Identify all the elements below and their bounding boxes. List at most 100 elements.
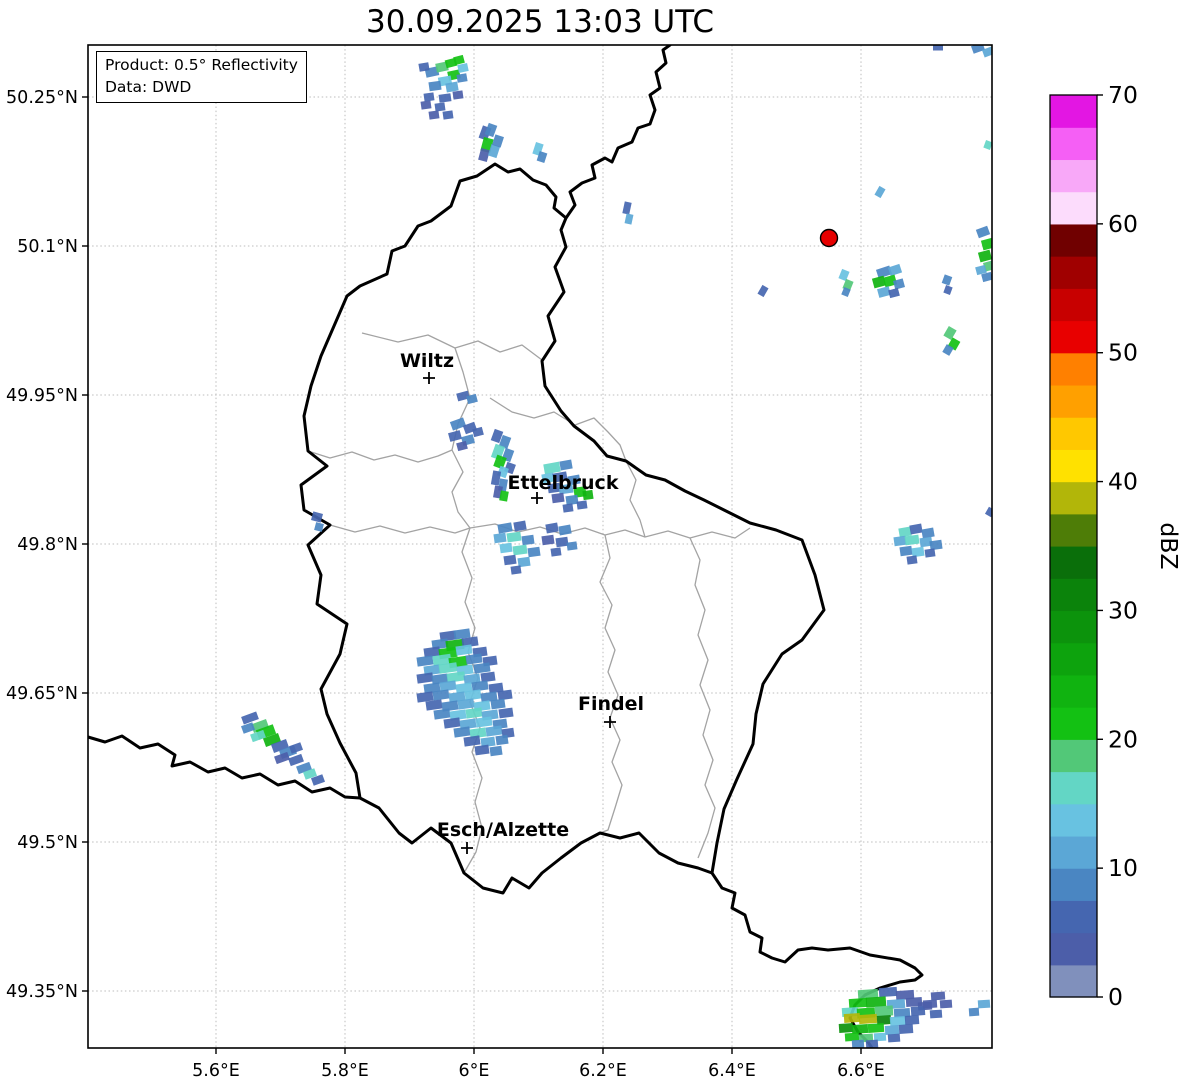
radar-echo-bin [943,285,953,295]
radar-echo-bin [910,1006,926,1016]
radar-echo-bin [930,991,946,1001]
product-info-box: Product: 0.5° Reflectivity Data: DWD [96,51,307,103]
figure-canvas: 30.09.2025 13:03 UTC Product: 0.5° Refle… [0,0,1184,1081]
radar-echo-bin [887,1033,901,1043]
colorbar-tick-label: 70 [1108,81,1138,109]
colorbar-segment [1050,513,1097,547]
colorbar-segment [1050,835,1097,869]
colorbar-segment [1050,127,1097,161]
radar-echo-bin [443,717,461,729]
x-tick-label: 5.8°E [321,1061,369,1081]
colorbar-segment [1050,288,1097,322]
radar-echo-bin [576,500,588,510]
radar-echo-bin [241,711,259,725]
colorbar-segment [1050,868,1097,901]
colorbar-segment [1050,610,1097,644]
radar-echo-bin [495,734,509,746]
radar-echo-bin [562,503,574,513]
radar-echo-bin [898,1024,914,1034]
colorbar-tick-label: 50 [1108,339,1138,367]
colorbar-tick-label: 30 [1108,596,1138,624]
radar-echo-bin [512,544,528,556]
radar-echo-bin [975,225,991,239]
district-border [329,523,751,539]
radar-echo-bin [423,92,435,102]
radar-echo-bin [851,1039,865,1048]
colorbar-segment [1050,320,1097,354]
radar-echo-bin [551,492,565,504]
radar-echo-bin [418,62,430,72]
radar-echo-bin [456,73,468,83]
colorbar-tick-label: 10 [1108,854,1138,882]
radar-echo-bin [428,110,440,120]
radar-echo-bin [416,672,434,684]
radar-echo-bin [906,555,918,565]
radar-echo-bin [888,287,900,299]
radar-echo-bin [921,527,935,539]
radar-echo-bin [521,534,535,546]
radar-echo-bin [624,213,634,225]
colorbar-segment [1050,739,1097,773]
radar-echo-bin [541,534,555,546]
radar-echo-bin [498,707,514,719]
city-annotations: Wiltz Ettelbruck Findel Esch/Alzette [400,350,644,854]
radar-echo-bin [977,999,991,1009]
y-tick-label: 50.25°N [6,88,78,108]
gridlines [88,45,992,1048]
radar-echo-bin [449,417,467,431]
radar-echo-bin [968,1007,980,1017]
radar-echo-bin [463,735,481,747]
radar-echo-bin [865,1039,879,1048]
district-border [307,449,453,463]
plot-frame [87,44,993,1049]
radar-echo-bin [622,201,632,215]
radar-echo-bin [851,1023,869,1035]
radar-echo-bin [420,100,432,110]
radar-echo-bin [838,268,850,282]
radar-echo-bin [867,1022,885,1034]
radar-echo-bin [922,999,938,1009]
y-tick-label: 49.8°N [17,535,78,555]
radar-echo-bin [559,459,573,471]
radar-echo-bin [939,999,953,1009]
radar-echo-bin [909,523,923,535]
data-source-line: Data: DWD [105,78,192,96]
y-tick-label: 49.35°N [6,982,78,1002]
radar-echo-bin [566,541,578,551]
radar-echo-bin [510,565,522,575]
radar-echo-bin [438,93,452,103]
radar-echo-bin [453,726,471,738]
x-tick-label: 6.2°E [579,1061,627,1081]
radar-echo-bin [453,54,465,66]
colorbar-segment [1050,546,1097,579]
colorbar-segment [1050,256,1097,289]
colorbar-segment [1050,964,1097,998]
radar-echo-bin [924,548,936,558]
radar-echo-bin [442,110,454,120]
radar-echo-bin [943,325,957,341]
radar-echo-bin [843,1012,861,1024]
colorbar-segment [1050,159,1097,193]
colorbar: 0 10 20 30 40 50 60 70 dBZ [1049,81,1183,1011]
radar-echo-bin [929,1009,943,1019]
colorbar-segment [1050,352,1097,386]
city-marker-esch-alzette [461,842,473,854]
city-label-ettelbruck: Ettelbruck [508,472,619,494]
colorbar-segment [1050,384,1097,418]
radar-echo-bin [858,1013,878,1025]
radar-echo-bin [929,539,943,551]
radar-echo-bin [474,744,490,756]
radar-echo-bin [433,708,451,720]
y-tick-label: 50.1°N [17,237,78,257]
y-tick-label: 49.95°N [6,386,78,406]
radar-echo-bin [889,1015,907,1027]
x-tick-label: 5.6°E [192,1061,240,1081]
radar-echo-bin [865,996,887,1008]
radar-echo-bin [878,986,898,998]
city-label-findel: Findel [578,693,644,715]
radar-echo-bin [457,63,469,73]
product-line: Product: 0.5° Reflectivity [105,56,298,74]
x-tick-label: 6.6°E [837,1061,885,1081]
radar-echo-bin [465,707,483,719]
radar-echo-bin [977,249,992,263]
